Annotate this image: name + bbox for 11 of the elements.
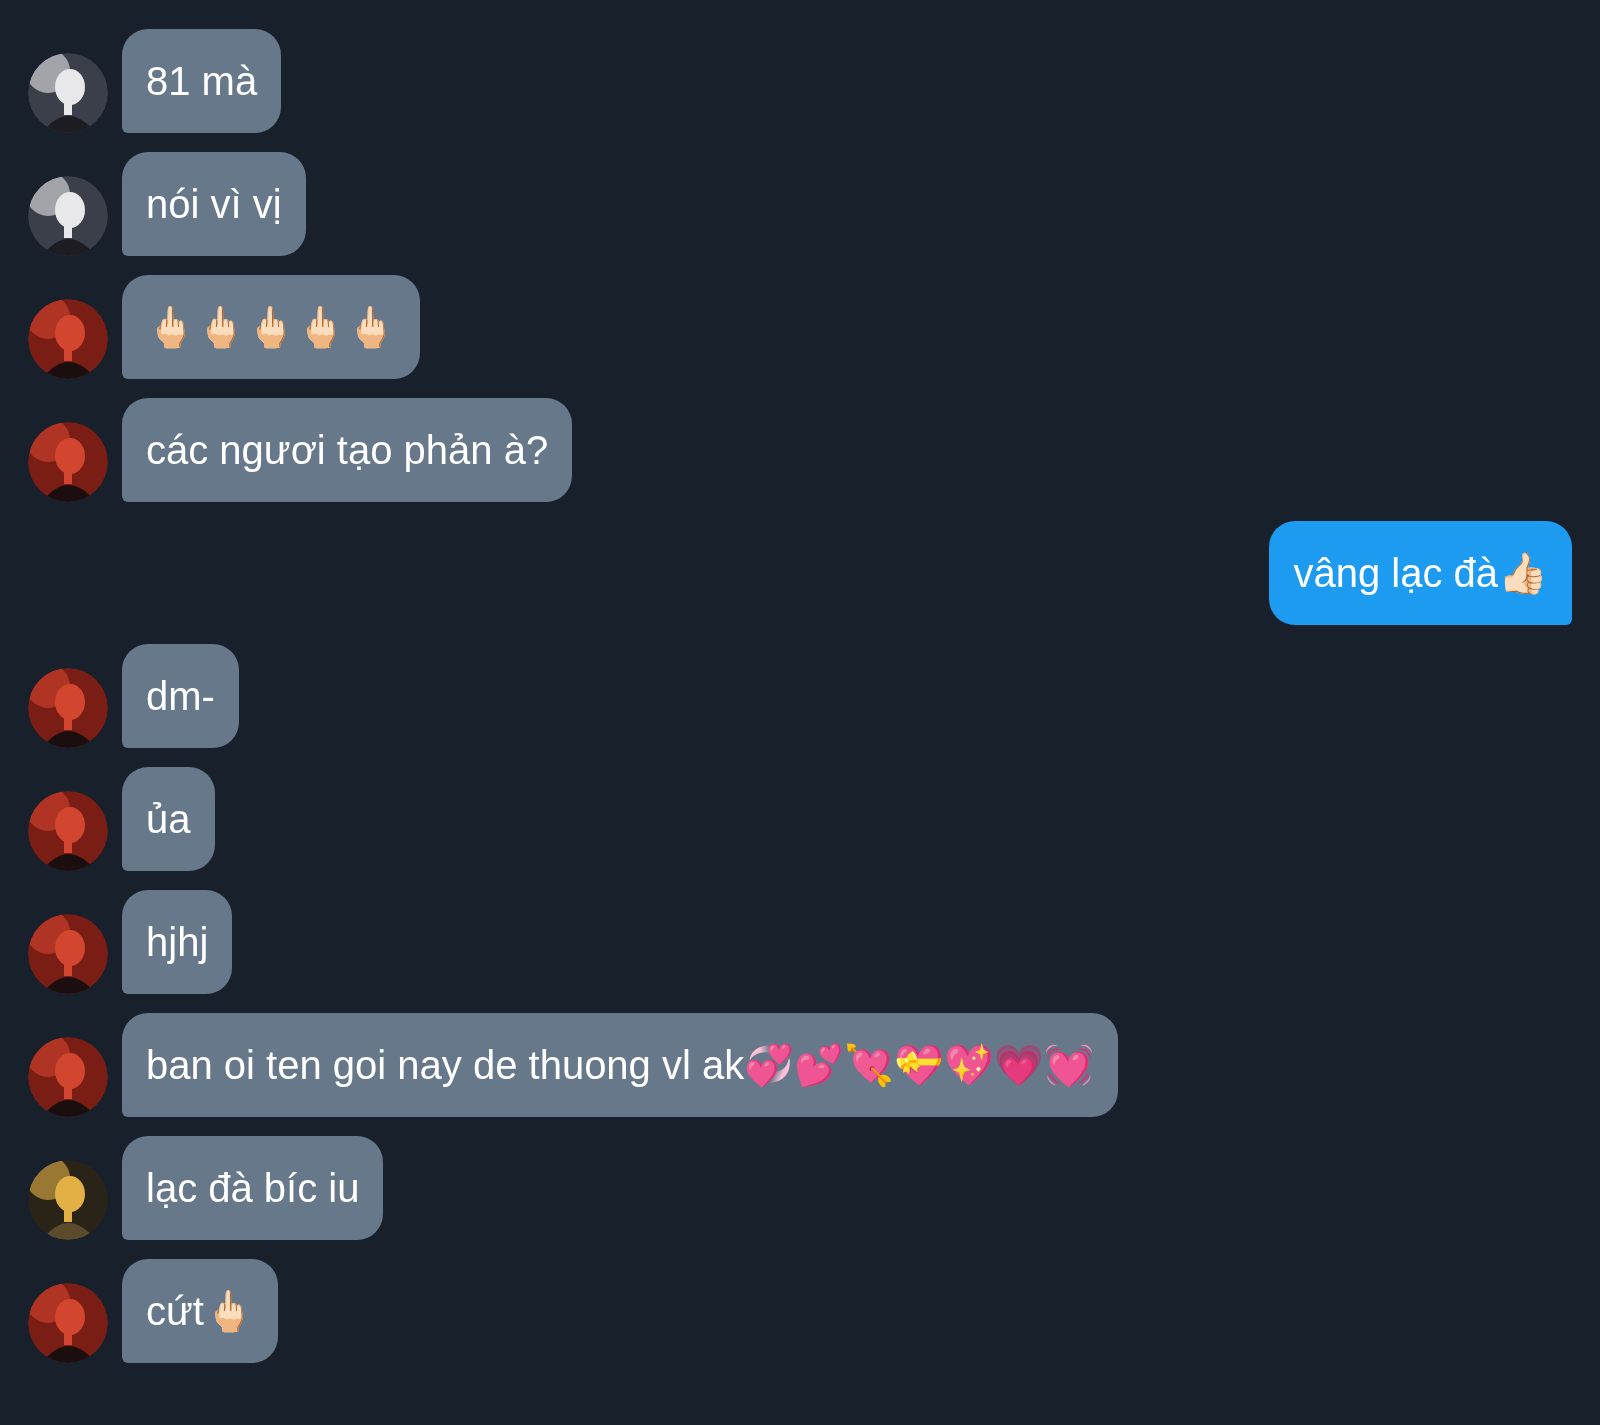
message-bubble: ban oi ten goi nay de thuong vl ak💞💕💘💝💖💗💓 <box>122 1013 1119 1117</box>
message-bubble: nói vì vị <box>122 152 306 256</box>
message-bubble: các ngươi tạo phản à? <box>122 398 573 502</box>
message-bubble: 🖕🏻🖕🏻🖕🏻🖕🏻🖕🏻 <box>122 275 420 379</box>
message-bubble: lạc đà bíc iu <box>122 1136 384 1240</box>
message-bubble: dm- <box>122 644 239 748</box>
message-bubble: ủa <box>122 767 215 871</box>
message-bubble: 81 mà <box>122 29 282 133</box>
message-bubble: hjhj <box>122 890 233 994</box>
message-bubble: cứt🖕🏻 <box>122 1259 278 1363</box>
message-bubble: vâng lạc đà👍🏻 <box>1269 521 1572 625</box>
